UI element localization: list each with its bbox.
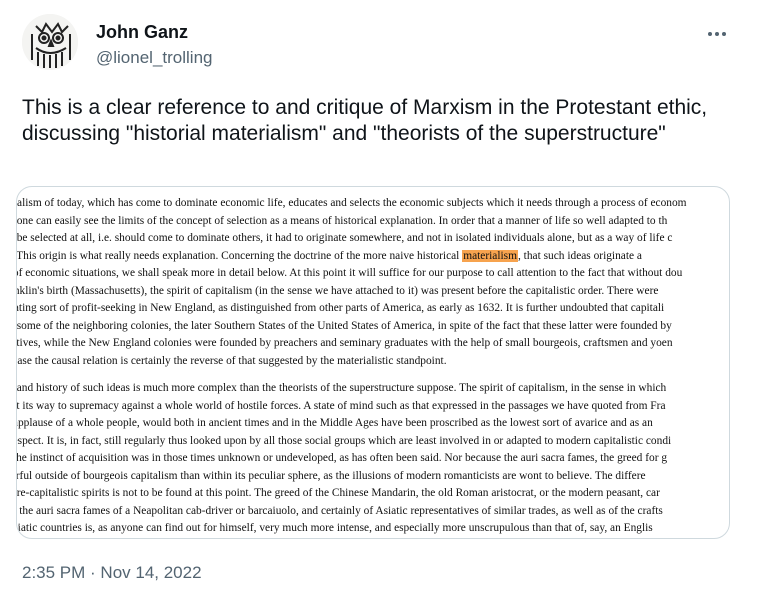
tweet-image[interactable]: pitalism of today, which has come to dom…: [16, 186, 730, 539]
page-paragraph-2: in and history of such ideas is much mor…: [16, 380, 729, 538]
page-line: n. This origin is what really needs expl…: [16, 248, 729, 266]
page-line-part: , that such ideas originate a: [517, 249, 642, 262]
author-handle[interactable]: @lionel_trolling: [96, 46, 213, 70]
author-display-name[interactable]: John Ganz: [96, 21, 213, 43]
book-page-scan: pitalism of today, which has come to dom…: [16, 195, 729, 538]
page-line: ld be selected at all, i.e. should come …: [16, 232, 673, 244]
highlighted-word: materialism: [462, 249, 518, 262]
tweet-timestamp[interactable]: 2:35 PM · Nov 14, 2022: [22, 562, 202, 584]
page-line: e the instinct of acquisition was in tho…: [16, 452, 668, 464]
page-line: pitalism of today, which has come to dom…: [16, 197, 687, 209]
page-line: re one can easily see the limits of the …: [16, 214, 668, 227]
page-line: nd the auri sacra fames of a Neapolitan …: [16, 504, 663, 517]
owl-drawing-icon: [22, 14, 78, 70]
page-line: in and history of such ideas is much mor…: [16, 382, 667, 394]
page-line: notives, while the New England colonies …: [16, 337, 673, 349]
page-line: e of economic situations, we shall speak…: [16, 267, 683, 279]
page-paragraph-1: pitalism of today, which has come to dom…: [16, 195, 729, 370]
more-options-icon[interactable]: [705, 24, 729, 44]
tweet-header: John Ganz @lionel_trolling: [22, 14, 741, 74]
author-names: John Ganz @lionel_trolling: [96, 21, 213, 70]
page-line: l pre-capitalistic spirits is not to be …: [16, 487, 660, 499]
page-line: in some of the neighboring colonies, the…: [16, 319, 672, 332]
page-line: ght its way to supremacy against a whole…: [16, 399, 666, 412]
page-line: s case the causal relation is certainly …: [16, 354, 447, 367]
page-line: ranklin's birth (Massachusetts), the spi…: [16, 284, 659, 297]
page-line: Asiatic countries is, as anyone can find…: [16, 522, 653, 534]
avatar[interactable]: [22, 14, 78, 70]
page-line: ulating sort of profit-seeking in New En…: [16, 302, 665, 314]
page-line: verful outside of bourgeois capitalism t…: [16, 469, 646, 482]
page-line: e applause of a whole people, would both…: [16, 417, 653, 429]
page-line: -respect. It is, in fact, still regularl…: [16, 434, 672, 447]
page-line-part: n. This origin is what really needs expl…: [16, 249, 463, 262]
tweet-text: This is a clear reference to and critiqu…: [22, 96, 708, 145]
